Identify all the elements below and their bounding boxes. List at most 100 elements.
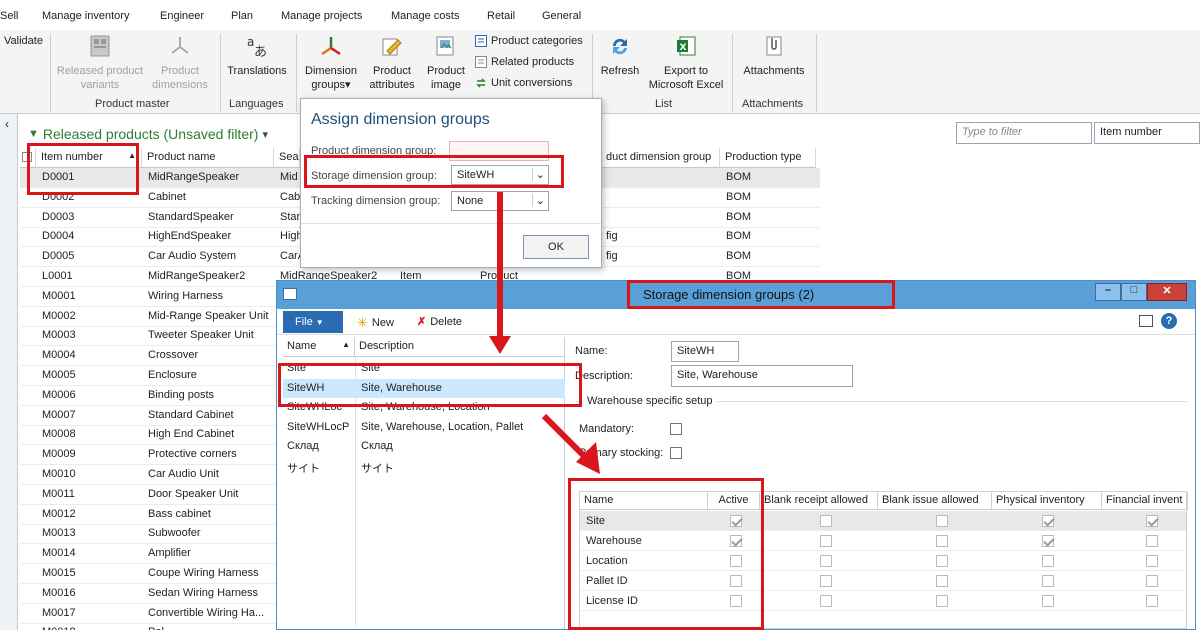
tab-manage-costs[interactable]: Manage costs bbox=[391, 10, 459, 22]
dimension-br-checkbox[interactable] bbox=[820, 575, 832, 587]
list-item[interactable]: Site Site bbox=[283, 359, 565, 378]
refresh-button[interactable]: Refresh bbox=[596, 34, 644, 78]
list-item[interactable]: Склад Склад bbox=[283, 437, 565, 456]
product-dimensions-button[interactable]: Product dimensions bbox=[150, 34, 210, 92]
layout-icon[interactable] bbox=[1139, 315, 1153, 327]
dimension-bi-checkbox[interactable] bbox=[936, 555, 948, 567]
list-item[interactable]: サイト サイト bbox=[283, 457, 565, 476]
dim-header-physical[interactable]: Physical inventory bbox=[992, 492, 1102, 510]
dimension-active-checkbox[interactable] bbox=[730, 555, 742, 567]
dimension-fin-checkbox[interactable] bbox=[1146, 535, 1158, 547]
filter-title[interactable]: ▼ Released products (Unsaved filter) ▾ bbox=[28, 126, 268, 142]
list-item-name: Site bbox=[287, 362, 306, 374]
tab-sell[interactable]: Sell bbox=[0, 10, 18, 22]
translations-button[interactable]: aあ Translations bbox=[224, 34, 290, 78]
minimize-button[interactable]: – bbox=[1095, 283, 1121, 301]
column-production-type[interactable]: Production type bbox=[720, 148, 816, 168]
dimension-groups-button[interactable]: Dimension groups▾ bbox=[300, 34, 362, 92]
table-row[interactable]: Warehouse bbox=[580, 531, 1186, 551]
dimension-bi-checkbox[interactable] bbox=[936, 575, 948, 587]
dimension-active-checkbox[interactable] bbox=[730, 595, 742, 607]
dimension-bi-checkbox[interactable] bbox=[936, 535, 948, 547]
dimension-br-checkbox[interactable] bbox=[820, 555, 832, 567]
expand-chevron-icon[interactable]: ‹ bbox=[0, 117, 17, 131]
dimension-fin-checkbox[interactable] bbox=[1146, 575, 1158, 587]
dimension-fin-checkbox[interactable] bbox=[1146, 515, 1158, 527]
delete-button[interactable]: ✗ Delete bbox=[417, 315, 462, 329]
dimension-phys-checkbox[interactable] bbox=[1042, 515, 1054, 527]
attachments-button[interactable]: Attachments bbox=[736, 34, 812, 78]
column-product-dimension-group[interactable]: duct dimension group bbox=[600, 148, 720, 168]
ok-button[interactable]: OK bbox=[523, 235, 589, 259]
product-categories-button[interactable]: Product categories bbox=[475, 35, 583, 47]
list-header-description[interactable]: Description bbox=[355, 337, 565, 357]
product-name-cell: Tweeter Speaker Unit bbox=[148, 329, 254, 342]
dimensions-icon bbox=[168, 34, 192, 58]
export-excel-button[interactable]: X Export to Microsoft Excel bbox=[646, 34, 726, 92]
tab-engineer[interactable]: Engineer bbox=[160, 10, 204, 22]
list-item-description: Site, Warehouse bbox=[361, 381, 442, 394]
column-product-name[interactable]: Product name bbox=[142, 148, 274, 168]
maximize-button[interactable]: □ bbox=[1121, 283, 1147, 301]
tab-general[interactable]: General bbox=[542, 10, 581, 22]
dim-header-blank-issue[interactable]: Blank issue allowed bbox=[878, 492, 992, 510]
dimension-bi-checkbox[interactable] bbox=[936, 515, 948, 527]
select-all-checkbox[interactable] bbox=[20, 148, 36, 168]
dimension-phys-checkbox[interactable] bbox=[1042, 595, 1054, 607]
dim-header-financial[interactable]: Financial invent bbox=[1102, 492, 1188, 510]
tracking-dimension-select[interactable]: None ⌄ bbox=[451, 191, 549, 211]
dimension-active-checkbox[interactable] bbox=[730, 535, 742, 547]
table-row[interactable]: Pallet ID bbox=[580, 571, 1186, 591]
description-field[interactable]: Site, Warehouse bbox=[671, 365, 853, 387]
dimension-phys-checkbox[interactable] bbox=[1042, 555, 1054, 567]
unit-conversions-button[interactable]: Unit conversions bbox=[475, 77, 572, 89]
validate-button[interactable]: Validate bbox=[4, 35, 43, 47]
table-row[interactable]: License ID bbox=[580, 591, 1186, 611]
tab-manage-projects[interactable]: Manage projects bbox=[281, 10, 362, 22]
description-label: Description: bbox=[575, 370, 634, 382]
filter-input[interactable]: Type to filter bbox=[956, 122, 1092, 144]
dimension-fin-checkbox[interactable] bbox=[1146, 555, 1158, 567]
dimension-phys-checkbox[interactable] bbox=[1042, 575, 1054, 587]
dimension-fin-checkbox[interactable] bbox=[1146, 595, 1158, 607]
file-menu-button[interactable]: File ▼ bbox=[283, 311, 343, 333]
dimension-active-checkbox[interactable] bbox=[730, 575, 742, 587]
tab-retail[interactable]: Retail bbox=[487, 10, 515, 22]
dimension-br-checkbox[interactable] bbox=[820, 535, 832, 547]
tab-manage-inventory[interactable]: Manage inventory bbox=[42, 10, 129, 22]
list-item[interactable]: SiteWHLocP Site, Warehouse, Location, Pal… bbox=[283, 418, 565, 437]
dim-header-active[interactable]: Active bbox=[708, 492, 760, 510]
warehouse-section-heading: Warehouse specific setup bbox=[583, 395, 717, 407]
column-search-name[interactable]: Sea bbox=[274, 148, 300, 168]
new-button[interactable]: ✳ New bbox=[357, 315, 394, 331]
filter-field-select[interactable]: Item number bbox=[1094, 122, 1200, 144]
list-item[interactable]: SiteWH Site, Warehouse bbox=[283, 378, 565, 398]
list-item[interactable]: SiteWHLoc Site, Warehouse, Location bbox=[283, 398, 565, 417]
product-dimension-label: Product dimension group: bbox=[311, 145, 437, 157]
column-item-number[interactable]: Item number ▲ bbox=[36, 148, 142, 168]
related-products-button[interactable]: Related products bbox=[475, 56, 574, 68]
product-image-button[interactable]: Product image bbox=[422, 34, 470, 92]
product-dimension-field[interactable] bbox=[449, 141, 549, 161]
help-icon[interactable]: ? bbox=[1161, 313, 1177, 329]
navigation-pane-collapsed[interactable]: ‹ bbox=[0, 114, 18, 630]
dim-header-blank-receipt[interactable]: Blank receipt allowed bbox=[760, 492, 878, 510]
table-row[interactable]: Site bbox=[580, 511, 1186, 531]
tab-plan[interactable]: Plan bbox=[231, 10, 253, 22]
table-row[interactable]: Location bbox=[580, 551, 1186, 571]
primary-stocking-checkbox[interactable] bbox=[670, 447, 682, 459]
dimension-br-checkbox[interactable] bbox=[820, 595, 832, 607]
dim-header-name[interactable]: Name bbox=[580, 492, 708, 510]
list-header-name[interactable]: Name ▲ bbox=[283, 337, 355, 357]
storage-dimension-select[interactable]: SiteWH ⌄ bbox=[451, 165, 549, 185]
dimension-br-checkbox[interactable] bbox=[820, 515, 832, 527]
close-button[interactable]: ✕ bbox=[1147, 283, 1187, 301]
dimension-active-checkbox[interactable] bbox=[730, 515, 742, 527]
window-titlebar: Storage dimension groups (2) – □ ✕ bbox=[277, 281, 1195, 309]
released-variants-button[interactable]: Released product variants bbox=[54, 34, 146, 92]
dimension-bi-checkbox[interactable] bbox=[936, 595, 948, 607]
product-attributes-button[interactable]: Product attributes bbox=[366, 34, 418, 92]
mandatory-checkbox[interactable] bbox=[670, 423, 682, 435]
dimension-phys-checkbox[interactable] bbox=[1042, 535, 1054, 547]
name-field[interactable]: SiteWH bbox=[671, 341, 739, 362]
